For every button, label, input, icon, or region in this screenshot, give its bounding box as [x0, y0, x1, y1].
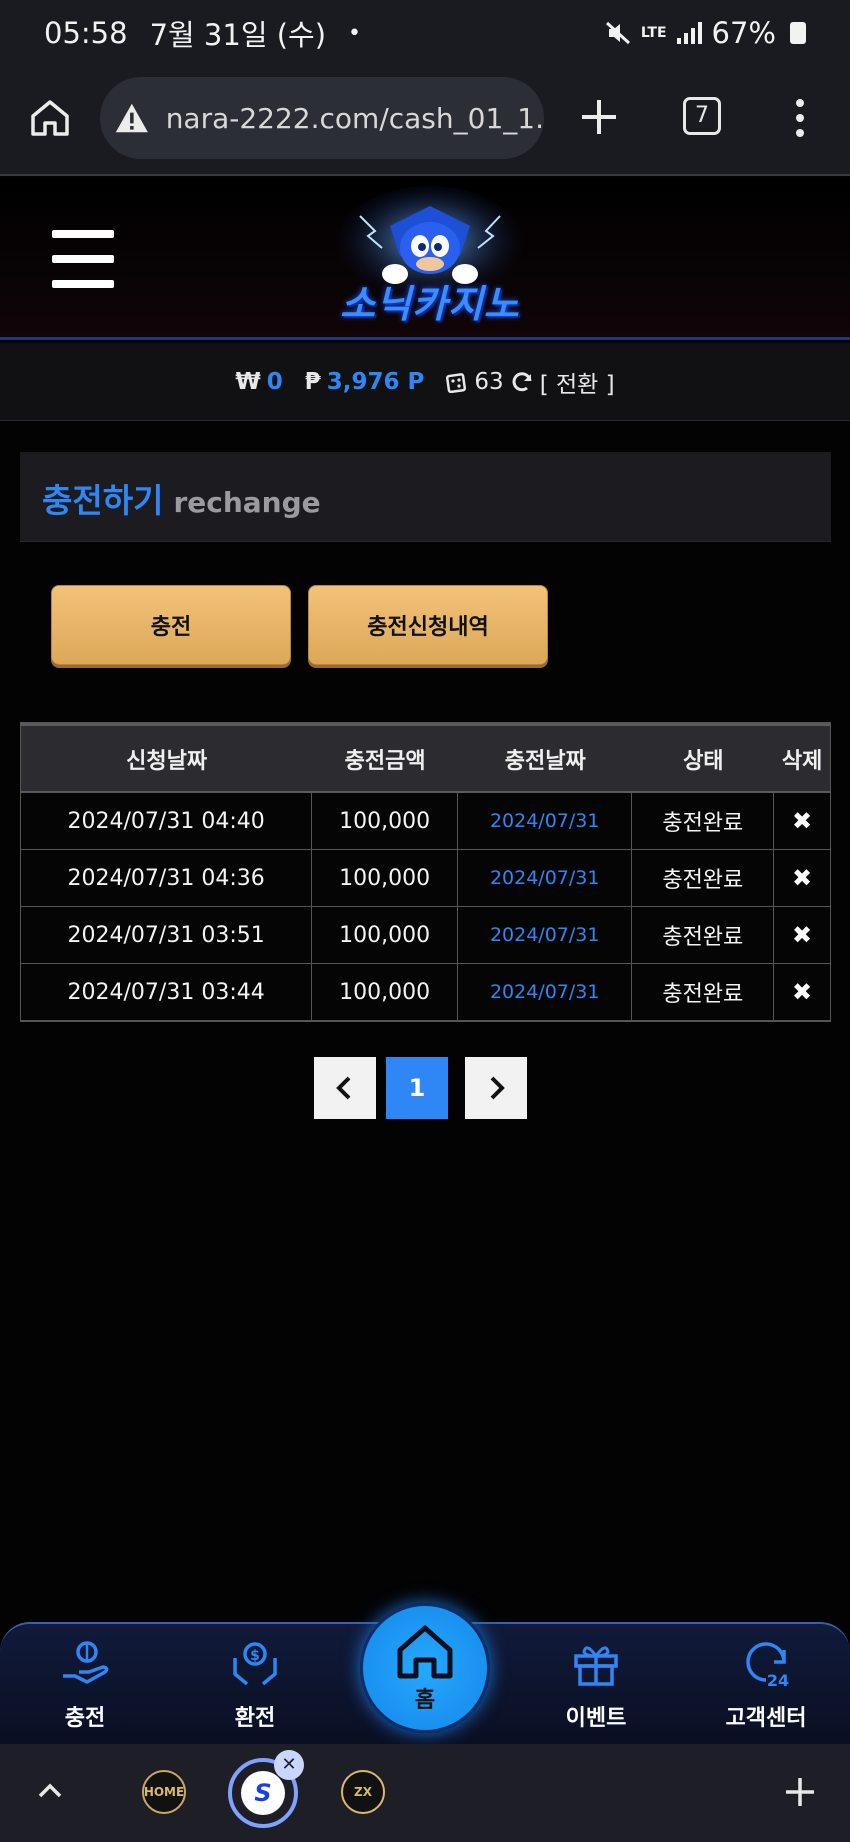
charged-date-cell: 2024/07/31 [458, 850, 633, 906]
battery-icon [790, 22, 806, 44]
status-bar: 05:58 7월 31일 (수) • LTE 67% [0, 0, 850, 66]
status-cell: 충전완료 [632, 907, 775, 963]
new-tab-icon[interactable] [578, 96, 620, 138]
table-header: 신청날짜 충전금액 충전날짜 상태 삭제 [21, 723, 830, 793]
chip-balance: 63 [474, 368, 504, 395]
requested-date-cell: 2024/07/31 04:36 [21, 850, 313, 906]
status-icons: LTE 67% [605, 16, 806, 50]
mute-icon [605, 21, 630, 45]
svg-text:$: $ [250, 1648, 260, 1664]
status-cell: 충전완료 [632, 793, 775, 849]
tab-switcher-button[interactable]: 7 [683, 97, 721, 135]
next-page-button[interactable] [465, 1057, 527, 1119]
won-symbol: ₩ [235, 368, 261, 395]
nav-support-label: 고객센터 [725, 1706, 807, 1731]
support-24-icon: 24 [746, 1642, 789, 1690]
tab-favicon-home[interactable]: HOME [142, 1770, 186, 1814]
chevron-up-icon[interactable] [36, 1780, 64, 1800]
nav-charge-label: 충전 [64, 1706, 106, 1731]
nav-event[interactable]: 이벤트 [536, 1636, 656, 1740]
status-time: 05:58 [44, 16, 128, 50]
svg-text:24: 24 [767, 1671, 789, 1690]
tab-favicon-sonic[interactable]: S [241, 1771, 285, 1815]
browser-home-icon[interactable] [28, 96, 72, 140]
browser-toolbar: nara-2222.com/cash_01_1. 7 [0, 66, 850, 176]
battery-percent: 67% [711, 16, 776, 50]
signal-icon [676, 22, 702, 44]
delete-icon[interactable]: ✖ [774, 907, 830, 963]
charged-date-cell: 2024/07/31 [458, 964, 633, 1020]
point-balance: 3,976 P [326, 368, 425, 395]
header-delete: 삭제 [781, 748, 823, 774]
nav-event-label: 이벤트 [565, 1706, 627, 1731]
notification-dot: • [348, 20, 362, 46]
convert-link[interactable]: [ 전환 ] [540, 365, 615, 399]
browser-tab-strip: HOME S ✕ ZX [0, 1744, 850, 1842]
prev-page-button[interactable] [314, 1057, 376, 1119]
page-1-button[interactable]: 1 [386, 1057, 448, 1119]
tab-favicon-zx[interactable]: ZX [341, 1770, 385, 1814]
charge-button[interactable]: 충전 [51, 585, 291, 665]
table-row: 2024/07/31 04:40 100,000 2024/07/31 충전완료… [21, 793, 830, 850]
site-logo[interactable]: 소닉카지노 [320, 186, 540, 336]
amount-cell: 100,000 [312, 907, 458, 963]
close-tab-icon[interactable]: ✕ [274, 1750, 304, 1780]
status-cell: 충전완료 [632, 850, 775, 906]
refresh-icon[interactable] [510, 370, 534, 394]
address-bar[interactable]: nara-2222.com/cash_01_1. [100, 77, 544, 159]
chevron-right-icon [490, 1076, 505, 1100]
nav-charge[interactable]: 충전 [25, 1636, 145, 1740]
warning-icon[interactable] [114, 98, 150, 138]
gift-icon [574, 1646, 618, 1686]
dice-icon [446, 372, 467, 393]
site-header: 소닉카지노 [0, 178, 850, 340]
add-tab-icon[interactable] [784, 1776, 816, 1808]
won-balance: 0 [266, 368, 283, 395]
nav-home-button[interactable]: 홈 [360, 1603, 490, 1733]
charge-hand-icon [63, 1641, 109, 1684]
delete-icon[interactable]: ✖ [774, 964, 830, 1020]
amount-cell: 100,000 [312, 793, 458, 849]
table-row: 2024/07/31 03:51 100,000 2024/07/31 충전완료… [21, 907, 830, 964]
page-title-en: rechange [173, 486, 321, 519]
page-title: 충전하기 rechange [20, 452, 831, 542]
exchange-hands-icon: $ [233, 1642, 277, 1686]
requested-date-cell: 2024/07/31 04:40 [21, 793, 313, 849]
delete-icon[interactable]: ✖ [774, 793, 830, 849]
delete-icon[interactable]: ✖ [774, 850, 830, 906]
table-row: 2024/07/31 04:36 100,000 2024/07/31 충전완료… [21, 850, 830, 907]
header-requested-date: 신청날짜 [126, 748, 208, 774]
logo-text: 소닉카지노 [340, 282, 520, 326]
header-amount: 충전금액 [344, 748, 426, 774]
requested-date-cell: 2024/07/31 03:44 [21, 964, 313, 1020]
nav-exchange[interactable]: $ 환전 [195, 1636, 315, 1740]
amount-cell: 100,000 [312, 964, 458, 1020]
table-row: 2024/07/31 03:44 100,000 2024/07/31 충전완료… [21, 964, 830, 1021]
hamburger-menu-icon[interactable] [52, 230, 114, 288]
header-charged-date: 충전날짜 [504, 748, 586, 774]
charged-date-cell: 2024/07/31 [458, 793, 633, 849]
home-icon [397, 1625, 453, 1679]
header-status: 상태 [683, 748, 724, 774]
charged-date-cell: 2024/07/31 [458, 907, 633, 963]
charge-history-table: 신청날짜 충전금액 충전날짜 상태 삭제 2024/07/31 04:40 10… [20, 722, 831, 1022]
balance-bar: ₩ 0 ₱ 3,976 P 63 [ 전환 ] [0, 343, 850, 421]
nav-support[interactable]: 24 고객센터 [706, 1636, 826, 1740]
page-title-ko: 충전하기 [42, 481, 164, 520]
more-menu-icon[interactable] [790, 96, 810, 140]
nav-exchange-label: 환전 [234, 1706, 276, 1731]
amount-cell: 100,000 [312, 850, 458, 906]
requested-date-cell: 2024/07/31 03:51 [21, 907, 313, 963]
lte-indicator: LTE [640, 25, 667, 41]
nav-home-label: 홈 [414, 1688, 436, 1713]
charge-history-button[interactable]: 충전신청내역 [308, 585, 548, 665]
chevron-left-icon [336, 1076, 351, 1100]
status-cell: 충전완료 [632, 964, 775, 1020]
status-date: 7월 31일 (수) [149, 18, 327, 52]
point-symbol: ₱ [304, 368, 321, 395]
url-text: nara-2222.com/cash_01_1. [165, 101, 544, 135]
